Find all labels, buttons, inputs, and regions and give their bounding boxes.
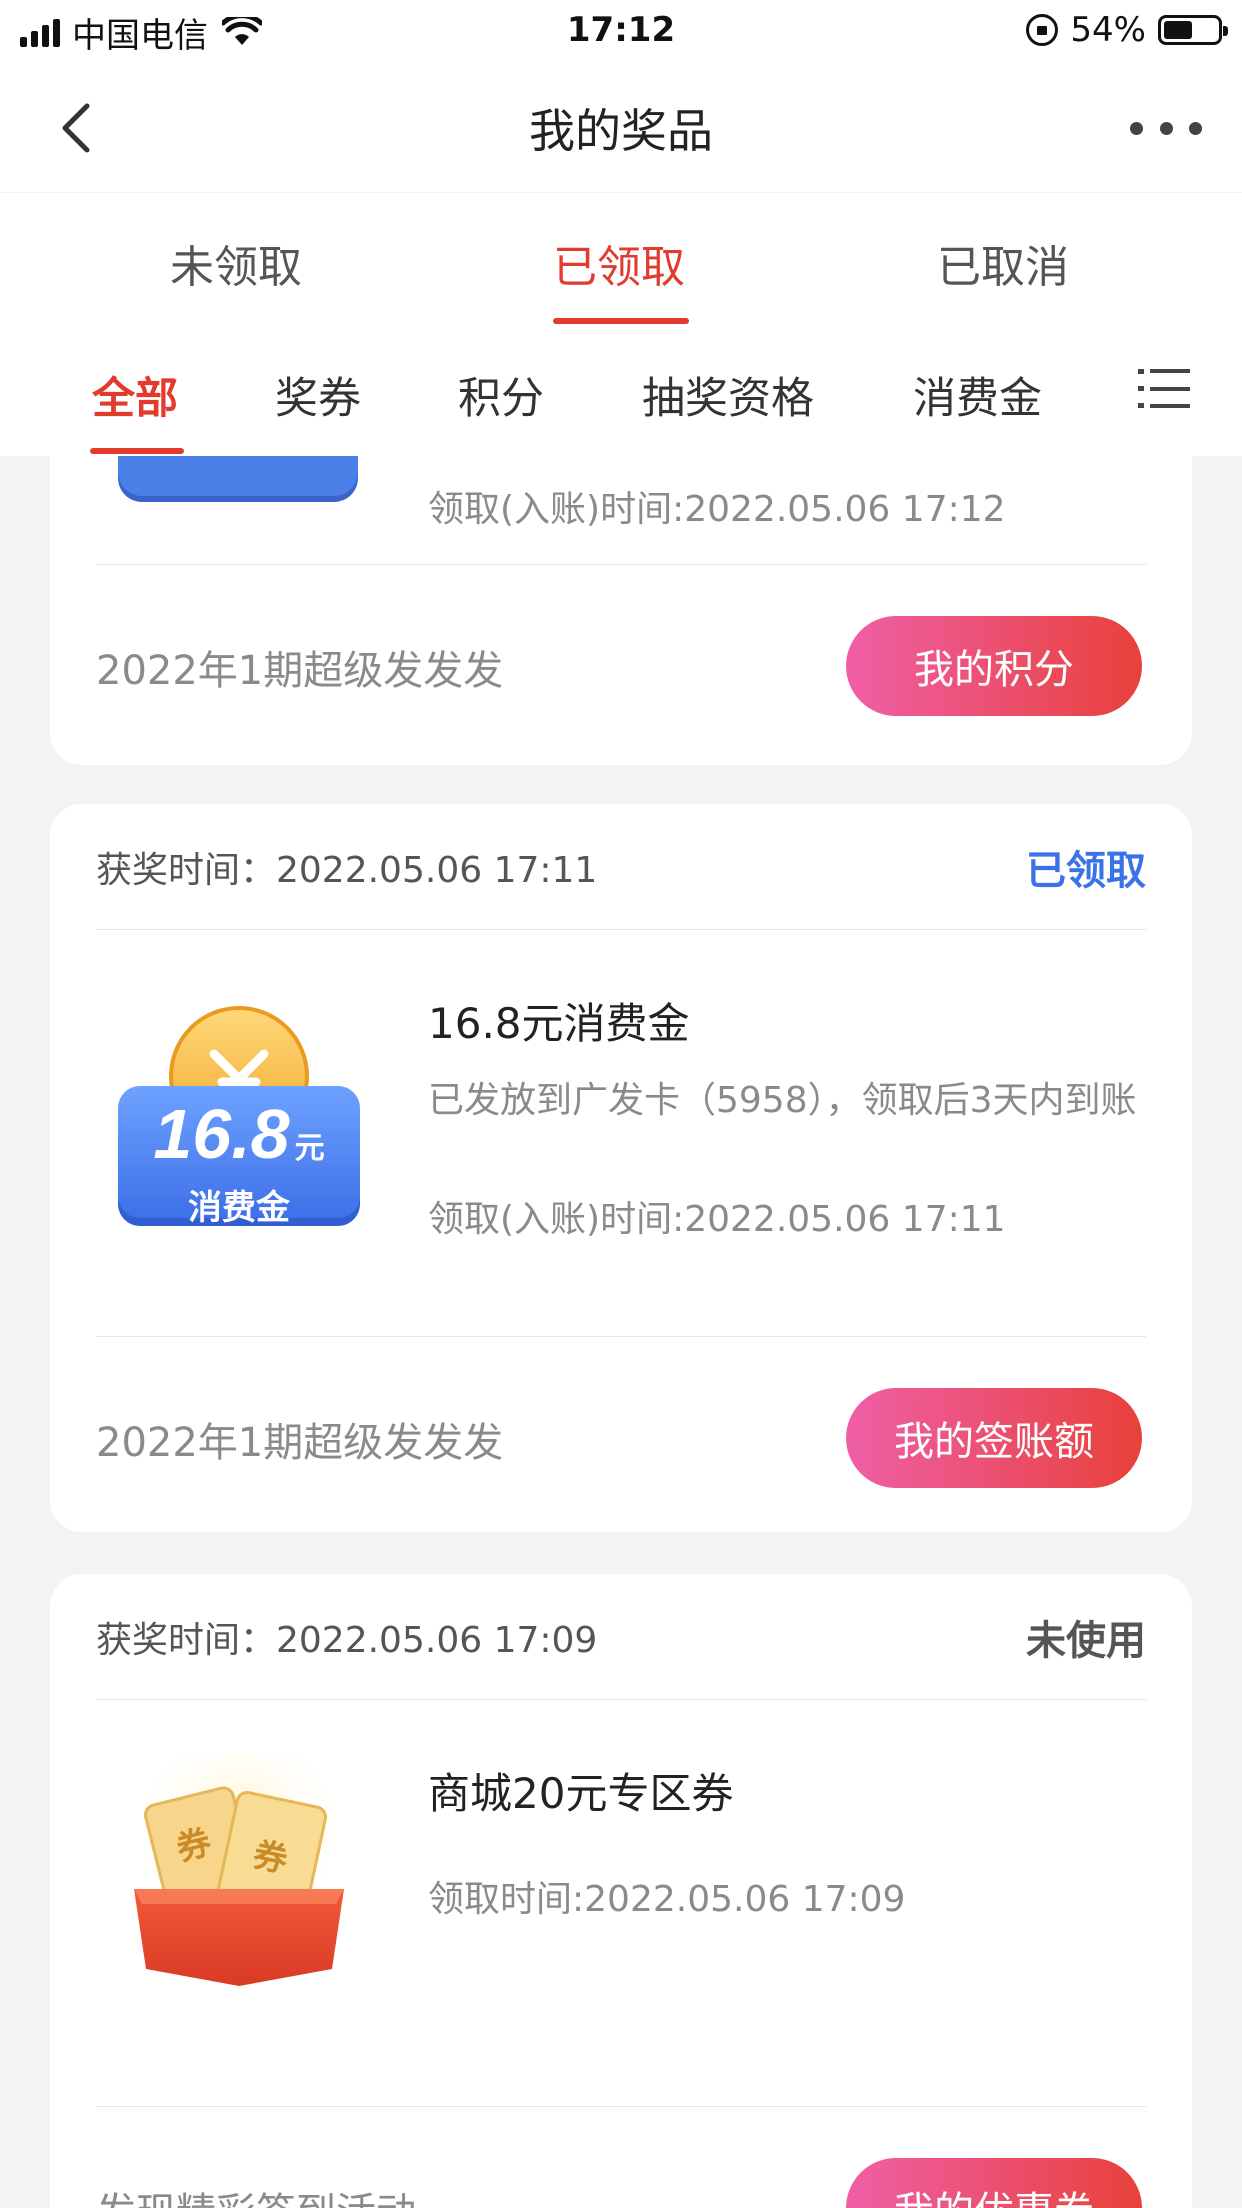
coupon-box-image: [124, 1739, 354, 1986]
spending-money-thumbnail: 16.8 元 消费金: [114, 994, 364, 1244]
card-header: 获奖时间：2022.05.06 17:11 已领取: [96, 804, 1146, 930]
my-coupons-button[interactable]: 我的优惠券: [846, 2158, 1142, 2208]
thumb-label: 消费金: [188, 1188, 290, 1228]
battery-icon: [1158, 15, 1228, 45]
award-time: 获奖时间：2022.05.06 17:11: [96, 849, 598, 891]
card-header: 获奖时间：2022.05.06 17:09 未使用: [96, 1574, 1146, 1700]
tab-unclaimed[interactable]: 未领取: [170, 231, 302, 295]
thumb-unit: 元: [294, 1131, 325, 1166]
category-tab-lottery[interactable]: 抽奖资格: [642, 364, 814, 426]
card-divider: [96, 564, 1146, 565]
activity-name: 2022年1期超级发发发: [96, 648, 504, 694]
prize-time: 领取(入账)时间:2022.05.06 17:11: [428, 1199, 1006, 1240]
category-tab-spending-money[interactable]: 消费金: [913, 364, 1042, 426]
prize-time: 领取时间:2022.05.06 17:09: [428, 1879, 906, 1920]
tab-cancelled[interactable]: 已取消: [937, 231, 1069, 295]
award-time: 获奖时间：2022.05.06 17:09: [96, 1619, 598, 1661]
points-prize-thumbnail: [118, 456, 358, 496]
orientation-lock-icon: [1026, 14, 1059, 46]
card-divider: [96, 1336, 1146, 1337]
card-divider: [96, 2106, 1146, 2107]
prize-card: 获奖时间：2022.05.06 17:11 已领取 16.8 元 消费金 16.…: [50, 804, 1192, 1532]
list-icon[interactable]: [1138, 366, 1190, 412]
my-points-button[interactable]: 我的积分: [846, 616, 1142, 716]
category-tabs: 全部 奖券 积分 抽奖资格 消费金: [0, 324, 1242, 456]
main-tabs: 未领取 已领取 已取消: [0, 192, 1242, 324]
status-bar: 中国电信 17:12 54%: [0, 0, 1242, 64]
status-badge: 未使用: [1026, 1617, 1146, 1664]
prize-card: 领取(入账)时间:2022.05.06 17:12 2022年1期超级发发发 我…: [50, 456, 1192, 765]
status-badge: 已领取: [1026, 847, 1146, 894]
category-tab-points[interactable]: 积分: [458, 364, 544, 426]
category-tab-coupons[interactable]: 奖券: [275, 364, 361, 426]
activity-name: 2022年1期超级发发发: [96, 1420, 504, 1466]
prize-name: 16.8元消费金: [428, 999, 690, 1048]
prize-name: 商城20元专区券: [428, 1769, 734, 1818]
nav-bar: 我的奖品: [0, 64, 1242, 192]
thumb-amount: 16.8: [153, 1095, 290, 1173]
coupon-thumbnail: 券 券: [114, 1739, 364, 2004]
chevron-left-icon: [62, 103, 90, 153]
battery-percent: 54%: [1070, 10, 1146, 50]
prize-card: 获奖时间：2022.05.06 17:09 未使用 券 券 商城20元专区券 领…: [50, 1574, 1192, 2208]
my-credit-button[interactable]: 我的签账额: [846, 1388, 1142, 1488]
prize-time: 领取(入账)时间:2022.05.06 17:12: [428, 489, 1006, 530]
category-tab-all[interactable]: 全部: [92, 364, 178, 426]
more-dot: [1189, 121, 1202, 135]
more-dot: [1159, 121, 1173, 135]
activity-name: 发现精彩签到活动: [96, 2180, 416, 2208]
more-dot: [1130, 121, 1143, 135]
tab-claimed[interactable]: 已领取: [553, 231, 685, 295]
prize-description: 已发放到广发卡（5958），领取后3天内到账: [428, 1080, 1137, 1121]
more-button[interactable]: [1130, 108, 1202, 148]
back-button[interactable]: [48, 100, 104, 156]
battery-level: [1164, 21, 1193, 39]
active-category-indicator: [90, 448, 184, 454]
prize-list[interactable]: 领取(入账)时间:2022.05.06 17:12 2022年1期超级发发发 我…: [0, 456, 1242, 2208]
page-title: 我的奖品: [529, 104, 713, 158]
